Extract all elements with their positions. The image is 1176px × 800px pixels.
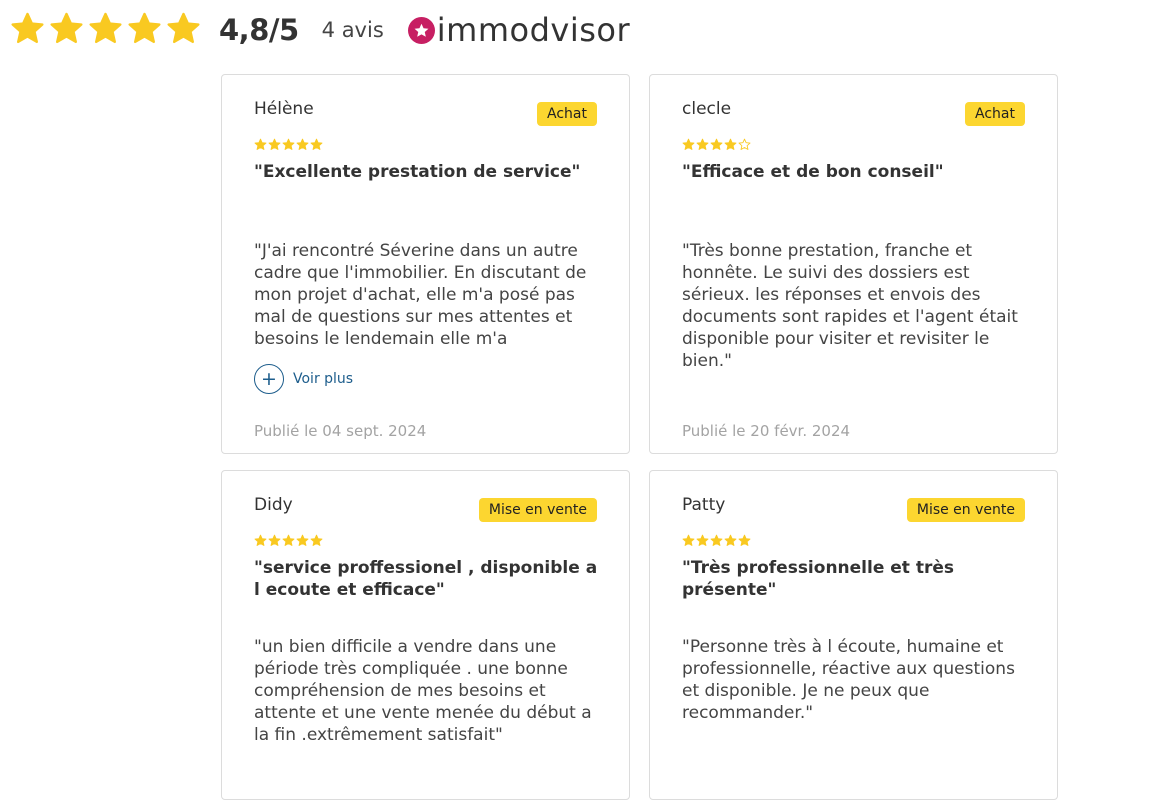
review-stars — [682, 532, 752, 551]
review-title: "Très professionnelle et très présente" — [682, 558, 955, 600]
star-icon — [738, 532, 752, 551]
review-stars — [254, 532, 324, 551]
star-icon — [696, 532, 710, 551]
see-more-label: Voir plus — [293, 371, 354, 387]
star-icon — [10, 11, 49, 50]
review-author: Didy — [254, 495, 293, 515]
star-icon — [268, 136, 282, 155]
star-icon — [682, 136, 696, 155]
review-stars — [254, 136, 324, 155]
transaction-badge: Mise en vente — [906, 498, 1025, 522]
star-icon — [254, 532, 268, 551]
rating-summary: 4,8/5 4 avis immodvisor — [10, 10, 630, 50]
review-text: "Très bonne prestation, franche et honnê… — [682, 241, 1018, 371]
see-more-button[interactable]: + Voir plus — [254, 364, 353, 394]
star-icon — [282, 136, 296, 155]
star-icon — [88, 11, 127, 50]
average-score: 4,8/5 — [219, 13, 299, 47]
brand-name: immodvisor — [436, 11, 631, 49]
publish-date: Publié le 04 sept. 2024 — [254, 422, 427, 440]
star-icon — [282, 532, 296, 551]
review-card: clecle Achat "Efficace et de bon conseil… — [649, 74, 1058, 454]
star-icon — [682, 532, 696, 551]
brand-logo[interactable]: immodvisor — [407, 11, 631, 49]
star-badge-icon — [407, 16, 435, 44]
review-author: Hélène — [254, 99, 314, 119]
review-title: "Excellente prestation de service" — [254, 162, 581, 182]
review-author: clecle — [682, 99, 732, 119]
review-card: Patty Mise en vente "Très professionnell… — [649, 470, 1058, 800]
star-icon — [724, 136, 738, 155]
review-stars — [682, 136, 752, 155]
star-icon — [166, 11, 205, 50]
review-title: "service proffessionel , disponible a l … — [254, 558, 598, 600]
plus-icon: + — [254, 364, 284, 394]
star-icon — [696, 136, 710, 155]
publish-date: Publié le 20 févr. 2024 — [682, 422, 851, 440]
summary-stars — [10, 11, 205, 50]
review-text: "un bien difficile a vendre dans une pér… — [254, 637, 592, 745]
star-icon — [49, 11, 88, 50]
star-icon — [254, 136, 268, 155]
star-outline-icon — [738, 136, 752, 155]
transaction-badge: Achat — [537, 102, 597, 126]
star-icon — [296, 136, 310, 155]
review-author: Patty — [682, 495, 726, 515]
star-icon — [296, 532, 310, 551]
transaction-badge: Achat — [965, 102, 1025, 126]
star-icon — [310, 136, 324, 155]
star-icon — [127, 11, 166, 50]
review-text: "J'ai rencontré Séverine dans un autre c… — [254, 241, 587, 349]
review-card: Didy Mise en vente "service proffessione… — [221, 470, 630, 800]
review-text: "Personne très à l écoute, humaine et pr… — [682, 637, 1015, 723]
star-icon — [710, 532, 724, 551]
star-icon — [724, 532, 738, 551]
review-card: Hélène Achat "Excellente prestation de s… — [221, 74, 630, 454]
star-icon — [710, 136, 724, 155]
review-title: "Efficace et de bon conseil" — [682, 162, 944, 182]
transaction-badge: Mise en vente — [478, 498, 597, 522]
star-icon — [268, 532, 282, 551]
star-icon — [310, 532, 324, 551]
review-count[interactable]: 4 avis — [322, 18, 384, 42]
